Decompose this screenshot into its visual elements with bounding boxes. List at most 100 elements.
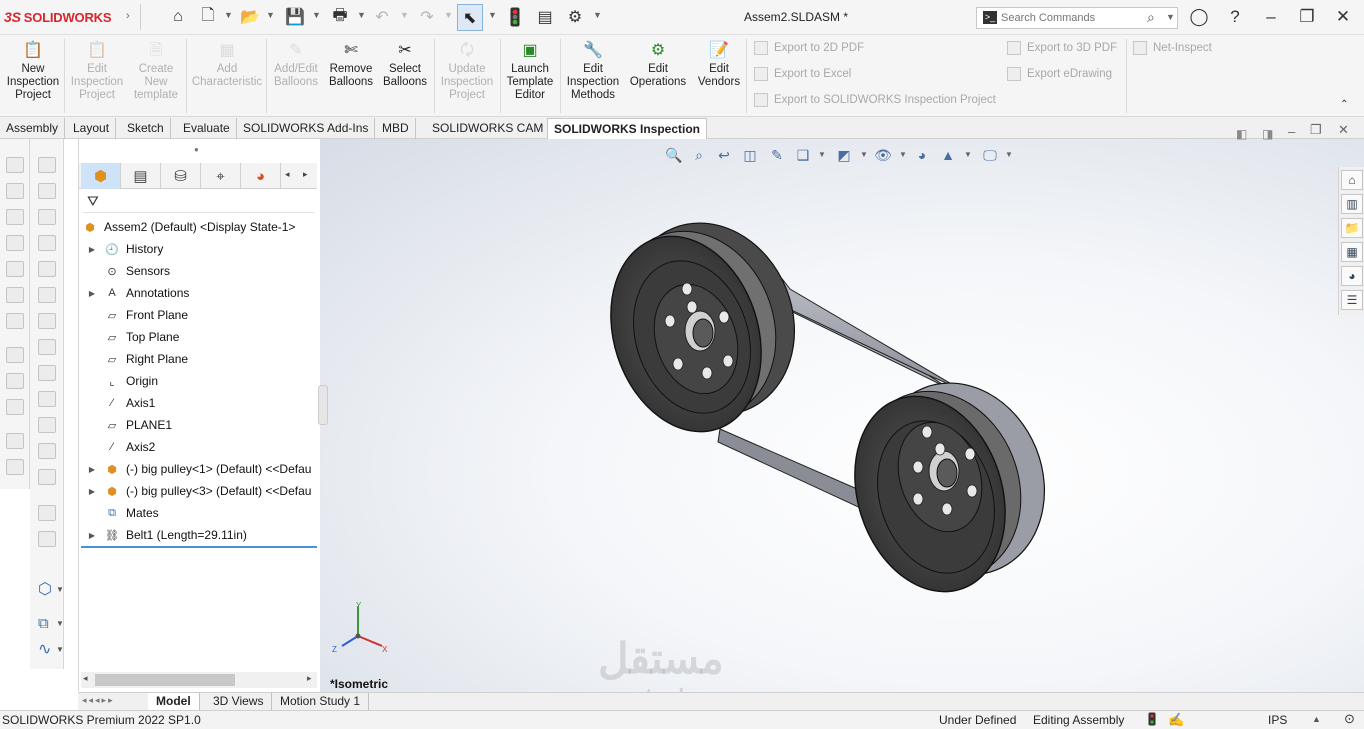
solidworks-logo[interactable]: 3S SOLIDWORKS [4,9,111,25]
custom-properties-icon[interactable]: ☰ [1341,290,1363,310]
tree-item[interactable]: ⁄ Axis2 [79,436,319,458]
tab-assembly[interactable]: Assembly [0,118,66,139]
expand-arrow-icon[interactable]: ▶ [85,245,99,254]
tab-model[interactable]: Model [148,693,200,710]
horizontal-scrollbar[interactable]: ◂ ▸ [81,672,317,688]
home-icon[interactable]: ⌂ [166,6,190,28]
chevron-down-icon[interactable]: ▼ [488,10,497,20]
units-dropdown-icon[interactable]: ▲ [1312,714,1321,724]
tree-item[interactable]: ▱ Front Plane [79,304,319,326]
tool-icon[interactable] [38,313,56,329]
expand-arrow-icon[interactable]: ▶ [85,531,99,540]
tool-icon[interactable] [6,459,24,475]
minimize-icon[interactable]: – [1260,6,1282,28]
chevron-down-icon[interactable]: ▼ [818,150,826,159]
scroll-left-icon[interactable]: ◂ [83,673,88,684]
tab-motion-study[interactable]: Motion Study 1 [272,693,370,710]
tree-item[interactable]: ▱ Top Plane [79,326,319,348]
rollback-bar[interactable] [81,546,317,548]
expand-arrow-icon[interactable]: ▶ [85,465,99,474]
edit-inspection-methods-button[interactable]: 🔧 Edit Inspection Methods [564,39,622,102]
search-box[interactable]: >_ ⌕ ▼ [976,7,1178,29]
new-document-icon[interactable]: 🗋 [196,6,220,28]
select-balloons-button[interactable]: ✂ Select Balloons [380,39,430,89]
tool-icon[interactable] [6,433,24,449]
tree-root[interactable]: ⬢ Assem2 (Default) <Display State-1> [79,216,319,238]
tool-icon[interactable] [38,391,56,407]
tab-solidworks-add-ins[interactable]: SOLIDWORKS Add-Ins [237,118,376,139]
tree-filter[interactable]: ⛛ [83,191,315,213]
graphics-area[interactable]: ◧ ◨ [320,127,1364,692]
export-3d-pdf-link[interactable]: Export to 3D PDF [1007,41,1117,55]
curve-tool-icon[interactable]: ∿ [38,639,51,659]
help-icon[interactable]: ? [1224,6,1246,28]
new-inspection-project-button[interactable]: 📋 New Inspection Project [4,39,62,102]
window-tile-icon[interactable]: ◧ [1236,127,1247,141]
scroll-thumb[interactable] [95,674,235,686]
file-properties-icon[interactable]: ▤ [533,6,557,28]
tab-evaluate[interactable]: Evaluate [177,118,237,139]
tab-layout[interactable]: Layout [67,118,117,139]
pulley-belt-model[interactable] [320,139,1364,692]
tool-icon[interactable] [6,313,24,329]
tab-configurationmanager[interactable]: ⛁ [161,163,201,189]
tree-item[interactable]: ⁄ Axis1 [79,392,319,414]
appearances-icon[interactable]: ◕ [1341,266,1363,286]
tab-sketch[interactable]: Sketch [121,118,171,139]
tree-item[interactable]: ⊙ Sensors [79,260,319,282]
tool-icon[interactable] [38,469,56,485]
add-characteristic-button[interactable]: ▦ Add Characteristic [190,39,264,89]
view-orientation-icon[interactable]: ❑ [793,145,813,165]
panel-splitter[interactable] [318,385,328,425]
chevron-down-icon[interactable]: ▼ [860,150,868,159]
display-style-icon[interactable]: ◩ [834,145,854,165]
rebuild-status-icon[interactable] [1148,712,1156,729]
section-view-icon[interactable]: ◫ [740,145,760,165]
tab-scroll-left-icon[interactable]: ◂ [285,169,290,180]
tree-item[interactable]: ⌞ Origin [79,370,319,392]
export-inspection-project-link[interactable]: Export to SOLIDWORKS Inspection Project [754,93,996,107]
hide-show-items-icon[interactable]: 👁 [873,145,893,165]
tool-icon[interactable] [38,183,56,199]
tool-icon[interactable] [6,373,24,389]
chevron-down-icon[interactable]: ▼ [56,619,64,628]
status-expand-icon[interactable]: ⊙ [1344,711,1355,727]
tab-scroll-right-icon[interactable]: ▸ [303,169,308,180]
add-edit-balloons-button[interactable]: ✎ Add/Edit Balloons [270,39,322,89]
tree-item[interactable]: ⧉ Mates [79,502,319,524]
design-library-icon[interactable]: ▥ [1341,194,1363,214]
chevron-down-icon[interactable]: ▼ [56,585,64,594]
launch-template-editor-button[interactable]: ▣ Launch Template Editor [503,39,557,102]
previous-view-icon[interactable]: ↩ [714,145,734,165]
view-settings-icon[interactable]: 🖵 [980,145,1000,165]
tool-icon[interactable] [6,287,24,303]
zoom-to-area-icon[interactable]: ⌕ [689,145,709,165]
doc-minimize-icon[interactable]: – [1288,124,1295,139]
traffic-light-icon[interactable] [503,6,527,28]
undo-icon[interactable]: ↶ [370,6,394,28]
doc-close-icon[interactable]: ✕ [1338,122,1349,138]
apply-scene-icon[interactable]: ▲ [938,145,958,165]
unit-system[interactable]: IPS [1268,713,1287,727]
close-icon[interactable]: ✕ [1332,6,1354,28]
save-icon[interactable]: 💾 [283,6,307,28]
scroll-right-icon[interactable]: ▸ [307,673,312,684]
user-icon[interactable]: ◯ [1188,6,1210,28]
update-inspection-project-button[interactable]: 🗘 Update Inspection Project [438,39,496,102]
tree-item[interactable]: ▱ PLANE1 [79,414,319,436]
tool-icon[interactable] [38,531,56,547]
tool-icon[interactable] [38,261,56,277]
view-palette-icon[interactable]: ▦ [1341,242,1363,262]
collapse-ribbon-icon[interactable]: ⌃ [1340,99,1348,110]
chevron-right-icon[interactable]: › [126,10,130,22]
tree-item[interactable]: ▶ 🕘 History [79,238,319,260]
tab-3d-views[interactable]: 3D Views [205,693,273,710]
remove-balloons-button[interactable]: ✄ Remove Balloons [324,39,378,89]
chevron-down-icon[interactable]: ▼ [1005,150,1013,159]
create-new-template-button[interactable]: 🗎 Create New template [128,39,184,102]
tool-icon[interactable] [6,347,24,363]
tool-icon[interactable] [38,339,56,355]
tool-icon[interactable] [38,443,56,459]
edit-appearance-icon[interactable]: ◕ [912,145,932,165]
chevron-down-icon[interactable]: ▼ [593,10,602,20]
